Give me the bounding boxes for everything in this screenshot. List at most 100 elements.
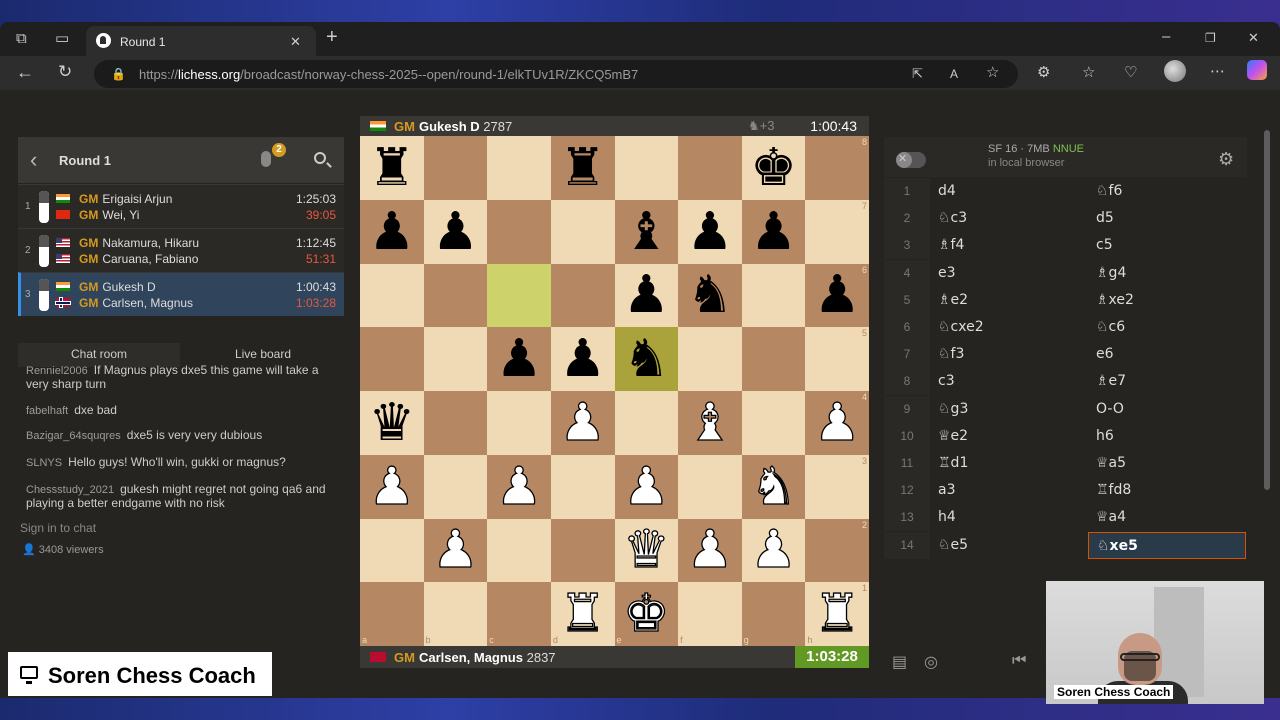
chat-user[interactable]: Renniel2006	[26, 365, 88, 377]
game-row[interactable]: 2 GM Nakamura, Hikaru 1:12:45 GM Caruana, …	[18, 228, 344, 272]
square-f5[interactable]	[678, 327, 742, 391]
game-row[interactable]: 1 GM Erigaisi Arjun 1:25:03 GM Wei, Yi 39:…	[18, 184, 344, 228]
square-h7[interactable]: 7	[805, 199, 869, 264]
square-c6[interactable]	[487, 263, 551, 328]
square-b7[interactable]: ♟	[423, 199, 488, 264]
square-d3[interactable]	[550, 454, 615, 519]
square-a4[interactable]: ♛	[360, 391, 424, 455]
chat-user[interactable]: SLNYS	[26, 457, 62, 469]
square-f8[interactable]	[678, 136, 742, 200]
restore-icon[interactable]: ❐	[1205, 30, 1216, 46]
square-c7[interactable]	[487, 199, 551, 264]
book-icon[interactable]: ▤	[892, 652, 907, 672]
tab-round-1[interactable]: Round 1 ✕	[86, 26, 316, 56]
square-h5[interactable]: 5	[805, 327, 869, 391]
square-e8[interactable]	[614, 136, 679, 200]
square-e2[interactable]: ♛	[614, 518, 679, 583]
chevron-left-icon[interactable]: ‹	[30, 147, 37, 173]
square-f2[interactable]: ♟	[678, 518, 742, 583]
square-f1[interactable]: f	[678, 582, 742, 646]
square-g2[interactable]: ♟	[741, 518, 806, 583]
square-a5[interactable]	[360, 327, 424, 391]
square-d6[interactable]	[550, 263, 615, 328]
black-pawn-icon[interactable]: ♟	[559, 333, 606, 385]
square-g8[interactable]: ♚	[741, 136, 806, 200]
square-f7[interactable]: ♟	[678, 199, 742, 264]
tab-live-board[interactable]: Live board	[182, 343, 344, 367]
square-g6[interactable]	[741, 263, 806, 328]
white-queen-icon[interactable]: ♛	[622, 524, 670, 577]
black-move[interactable]: e6	[1096, 341, 1114, 368]
square-g5[interactable]	[741, 327, 806, 391]
more-menu-icon[interactable]: ⋯	[1210, 64, 1225, 80]
open-in-app-icon[interactable]: ⇱	[912, 66, 923, 82]
square-h1[interactable]: ♜ 1 h	[805, 582, 869, 646]
black-rook-icon[interactable]: ♜	[369, 142, 416, 194]
square-e6[interactable]: ♟	[614, 263, 679, 328]
square-a6[interactable]	[360, 263, 424, 328]
white-pawn-icon[interactable]: ♟	[559, 396, 607, 449]
black-rook-icon[interactable]: ♜	[559, 142, 606, 194]
square-c4[interactable]	[487, 391, 551, 455]
white-knight-icon[interactable]: ♞	[750, 460, 798, 513]
black-move[interactable]: ♕a4	[1096, 504, 1126, 531]
new-tab-icon[interactable]: +	[326, 27, 338, 47]
sign-in-to-chat[interactable]: Sign in to chat	[20, 521, 96, 535]
profile-avatar[interactable]	[1164, 60, 1186, 82]
white-move[interactable]: ♗f4	[938, 232, 964, 259]
address-bar[interactable]: 🔒 https://lichess.org/broadcast/norway-c…	[94, 60, 1018, 88]
square-b3[interactable]	[423, 454, 488, 519]
white-rook-icon[interactable]: ♜	[813, 587, 861, 640]
current-move[interactable]: ♘xe5	[1088, 531, 1246, 559]
square-a3[interactable]: ♟	[360, 454, 424, 519]
close-window-icon[interactable]: ✕	[1248, 30, 1259, 46]
chat-messages[interactable]: Renniel2006 If Magnus plays dxe5 this gam…	[18, 365, 344, 515]
top-player[interactable]: GM Gukesh D 2787	[394, 119, 512, 134]
white-king-icon[interactable]: ♚	[622, 587, 670, 640]
square-a2[interactable]	[360, 518, 424, 583]
black-move[interactable]: h6	[1096, 423, 1114, 450]
target-icon[interactable]: ◎	[924, 652, 938, 672]
square-c1[interactable]: c	[487, 582, 551, 646]
square-b2[interactable]: ♟	[423, 518, 488, 583]
white-rook-icon[interactable]: ♜	[559, 587, 607, 640]
black-knight-icon[interactable]: ♞	[687, 269, 734, 321]
back-icon[interactable]: ←	[16, 63, 34, 81]
white-pawn-icon[interactable]: ♟	[431, 524, 479, 577]
black-pawn-icon[interactable]: ♟	[496, 333, 543, 385]
white-move[interactable]: e3	[938, 260, 956, 287]
white-move[interactable]: c3	[938, 368, 955, 395]
black-move[interactable]: ♕a5	[1096, 450, 1126, 477]
square-e3[interactable]: ♟	[614, 454, 679, 519]
square-b5[interactable]	[423, 327, 488, 391]
black-pawn-icon[interactable]: ♟	[432, 206, 479, 258]
chat-user[interactable]: Bazigar_64squqres	[26, 430, 121, 442]
square-g1[interactable]: g	[741, 582, 806, 646]
square-c2[interactable]	[487, 518, 551, 583]
white-move[interactable]: ♕e2	[938, 423, 968, 450]
game-row-active[interactable]: 3 GM Gukesh D 1:00:43 GM Carlsen, Magnus 1…	[18, 272, 344, 316]
gear-icon[interactable]: ⚙	[1218, 149, 1234, 170]
white-pawn-icon[interactable]: ♟	[813, 396, 861, 449]
black-pawn-icon[interactable]: ♟	[369, 206, 416, 258]
tab-chat-room[interactable]: Chat room	[18, 343, 180, 367]
white-bishop-icon[interactable]: ♝	[686, 396, 734, 449]
black-pawn-icon[interactable]: ♟	[687, 206, 734, 258]
square-d4[interactable]: ♟	[550, 391, 615, 455]
close-tab-icon[interactable]: ✕	[290, 34, 301, 50]
square-h3[interactable]: 3	[805, 454, 869, 519]
black-move[interactable]: O-O	[1096, 396, 1124, 423]
square-f4[interactable]: ♝	[678, 391, 742, 455]
square-e4[interactable]	[614, 391, 679, 455]
favorite-star-icon[interactable]: ☆	[986, 65, 999, 81]
square-a8[interactable]: ♜	[360, 136, 424, 200]
white-move[interactable]: ♘f3	[938, 341, 964, 368]
square-c3[interactable]: ♟	[487, 454, 551, 519]
black-move[interactable]: ♗g4	[1096, 260, 1126, 287]
square-a1[interactable]: a	[360, 582, 424, 646]
white-move[interactable]: ♘e5	[938, 532, 968, 559]
square-c5[interactable]: ♟	[487, 327, 551, 391]
white-move[interactable]: h4	[938, 504, 956, 531]
microphone-icon[interactable]	[261, 151, 271, 167]
black-knight-icon[interactable]: ♞	[623, 333, 670, 385]
